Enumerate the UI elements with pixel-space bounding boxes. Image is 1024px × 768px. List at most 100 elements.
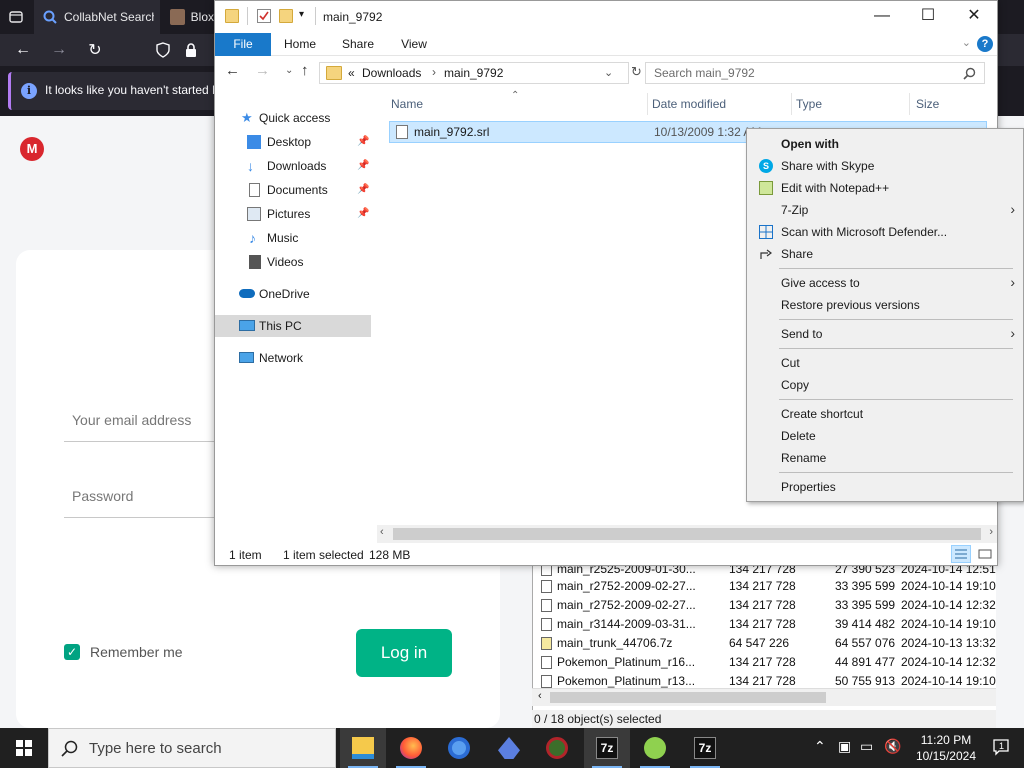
- taskbar-app-genie[interactable]: [486, 728, 532, 768]
- taskbar-firefox[interactable]: [388, 728, 434, 768]
- browser-tab-blox[interactable]: Blox: [162, 0, 214, 34]
- scroll-right-icon[interactable]: ›: [989, 526, 993, 538]
- taskbar-app-emulator[interactable]: [534, 728, 580, 768]
- details-view-button[interactable]: [951, 545, 971, 563]
- new-folder-icon[interactable]: [279, 9, 293, 23]
- breadcrumb-prefix[interactable]: «: [348, 66, 355, 80]
- taskbar-7zip-second[interactable]: 7z: [682, 728, 728, 768]
- list-item[interactable]: main_r3144-2009-03-31... 134 217 728 39 …: [533, 615, 997, 634]
- breadcrumb-downloads[interactable]: Downloads: [362, 66, 421, 80]
- column-date-modified[interactable]: Date modified: [652, 93, 726, 115]
- nav-videos[interactable]: Videos: [215, 251, 371, 273]
- email-field[interactable]: Your email address: [64, 404, 224, 442]
- password-field[interactable]: Password: [64, 480, 224, 518]
- menu-item-properties[interactable]: Properties: [749, 476, 1021, 498]
- reload-button[interactable]: ↻: [80, 34, 110, 66]
- scroll-thumb[interactable]: [393, 528, 981, 540]
- horizontal-scrollbar[interactable]: ‹ ›: [377, 525, 997, 543]
- tab-home[interactable]: Home: [277, 33, 323, 56]
- tab-overview-button[interactable]: [0, 0, 34, 34]
- show-hidden-icons-icon[interactable]: ⌃: [814, 738, 826, 755]
- submenu-arrow-icon: ›: [1010, 325, 1015, 341]
- menu-item-7zip[interactable]: 7-Zip ›: [749, 199, 1021, 221]
- back-button[interactable]: ←: [225, 62, 240, 79]
- nav-pictures[interactable]: Pictures 📌: [215, 203, 371, 225]
- menu-item-open-with[interactable]: Open with: [749, 133, 1021, 155]
- forward-button[interactable]: →: [44, 34, 74, 66]
- nav-downloads[interactable]: ↓ Downloads 📌: [215, 155, 371, 177]
- menu-item-scan-with-defender[interactable]: Scan with Microsoft Defender...: [749, 221, 1021, 243]
- up-button[interactable]: ↑: [301, 62, 309, 79]
- close-button[interactable]: ✕: [951, 1, 997, 31]
- nav-this-pc[interactable]: This PC: [215, 315, 371, 337]
- customize-toolbar-icon[interactable]: ▾: [299, 9, 304, 20]
- remember-checkbox[interactable]: ✓: [64, 644, 80, 660]
- nav-documents[interactable]: Documents 📌: [215, 179, 371, 201]
- menu-item-restore-previous-versions[interactable]: Restore previous versions: [749, 294, 1021, 316]
- notifications-button[interactable]: 1: [992, 738, 1012, 758]
- lock-icon[interactable]: [176, 34, 206, 66]
- nav-network[interactable]: Network: [215, 347, 371, 369]
- list-item[interactable]: main_r2752-2009-02-27... 134 217 728 33 …: [533, 577, 997, 596]
- column-size[interactable]: Size: [916, 93, 939, 115]
- breadcrumb-folder[interactable]: main_9792: [444, 66, 503, 80]
- network-status-icon[interactable]: ▭: [860, 738, 873, 755]
- minimize-button[interactable]: —: [859, 1, 905, 31]
- taskbar-app-lime[interactable]: [632, 728, 678, 768]
- tab-file[interactable]: File: [215, 33, 271, 56]
- taskbar-search-input[interactable]: Type here to search: [48, 728, 336, 768]
- menu-item-share-with-skype[interactable]: S Share with Skype: [749, 155, 1021, 177]
- menu-item-send-to[interactable]: Send to ›: [749, 323, 1021, 345]
- nav-music[interactable]: ♪ Music: [215, 227, 371, 249]
- address-dropdown-icon[interactable]: ⌄: [604, 66, 613, 79]
- list-item[interactable]: main_r2752-2009-02-27... 134 217 728 33 …: [533, 596, 997, 615]
- menu-item-create-shortcut[interactable]: Create shortcut: [749, 403, 1021, 425]
- sevenzip-scrollbar[interactable]: ‹: [532, 688, 996, 706]
- login-button[interactable]: Log in: [356, 629, 452, 677]
- back-button[interactable]: ←: [8, 34, 38, 66]
- nav-quick-access[interactable]: ★ Quick access: [215, 107, 371, 129]
- volume-muted-icon[interactable]: 🔇: [884, 738, 901, 755]
- address-bar[interactable]: « Downloads › main_9792 ⌄: [319, 62, 629, 84]
- taskbar-7zip[interactable]: 7z: [584, 728, 630, 768]
- taskbar-file-explorer[interactable]: [340, 728, 386, 768]
- refresh-icon[interactable]: ↻: [631, 64, 645, 82]
- help-icon[interactable]: ?: [977, 36, 993, 52]
- menu-item-delete[interactable]: Delete: [749, 425, 1021, 447]
- list-item[interactable]: Pokemon_Platinum_r16... 134 217 728 44 8…: [533, 653, 997, 672]
- menu-item-rename[interactable]: Rename: [749, 447, 1021, 469]
- menu-item-give-access[interactable]: Give access to ›: [749, 272, 1021, 294]
- search-icon[interactable]: [963, 67, 976, 80]
- scroll-thumb[interactable]: [550, 692, 826, 703]
- scroll-left-icon[interactable]: ‹: [538, 690, 542, 702]
- properties-icon[interactable]: [257, 9, 271, 23]
- menu-item-share[interactable]: Share: [749, 243, 1021, 265]
- taskbar-chromium[interactable]: [436, 728, 482, 768]
- large-icons-view-button[interactable]: [975, 545, 995, 563]
- mega-logo[interactable]: M: [20, 137, 44, 161]
- title-bar[interactable]: ▾ main_9792 — ☐ ✕: [215, 1, 997, 33]
- taskbar-clock[interactable]: 11:20 PM 10/15/2024: [916, 732, 976, 764]
- column-type[interactable]: Type: [796, 93, 822, 115]
- item-count: 1 item: [229, 548, 262, 562]
- forward-button[interactable]: →: [255, 62, 270, 79]
- nav-desktop[interactable]: Desktop 📌: [215, 131, 371, 153]
- recent-locations-icon[interactable]: ⌄: [285, 65, 293, 76]
- start-button[interactable]: [0, 728, 48, 768]
- security-icon[interactable]: ▣: [838, 738, 851, 755]
- list-item[interactable]: main_trunk_44706.7z 64 547 226 64 557 07…: [533, 634, 997, 653]
- menu-item-copy[interactable]: Copy: [749, 374, 1021, 396]
- shield-icon[interactable]: [148, 34, 178, 66]
- browser-tab-collabnet[interactable]: CollabNet Search: [34, 0, 160, 34]
- maximize-button[interactable]: ☐: [905, 1, 951, 31]
- menu-item-edit-with-notepad[interactable]: Edit with Notepad++: [749, 177, 1021, 199]
- tab-view[interactable]: View: [391, 33, 437, 56]
- tab-share[interactable]: Share: [335, 33, 381, 56]
- remember-me[interactable]: ✓ Remember me: [64, 644, 183, 660]
- search-input[interactable]: Search main_9792: [645, 62, 985, 84]
- expand-ribbon-icon[interactable]: ⌄: [962, 36, 971, 49]
- menu-item-cut[interactable]: Cut: [749, 352, 1021, 374]
- nav-onedrive[interactable]: OneDrive: [215, 283, 371, 305]
- scroll-left-icon[interactable]: ‹: [380, 526, 384, 538]
- column-name[interactable]: Name: [391, 93, 423, 115]
